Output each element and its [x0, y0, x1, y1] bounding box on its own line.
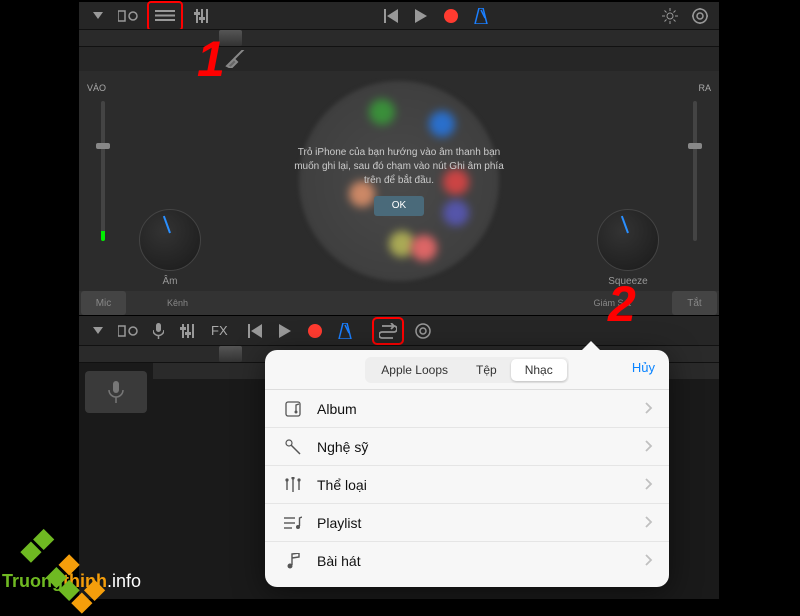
tab-music[interactable]: Nhạc	[511, 359, 567, 381]
timeline-ruler[interactable]	[79, 29, 719, 47]
row-label: Playlist	[317, 515, 361, 531]
row-playlist[interactable]: Playlist	[265, 504, 669, 542]
music-category-list: Album Nghệ sỹ Thể loại	[265, 390, 669, 580]
chevron-right-icon	[645, 401, 653, 417]
sliders-icon-2[interactable]	[177, 320, 199, 342]
record-icon-2[interactable]	[304, 320, 326, 342]
tip-box: Trỏ iPhone của bạn hướng vào âm thanh bạ…	[289, 146, 509, 216]
tone-knob[interactable]	[139, 209, 201, 271]
ok-button[interactable]: OK	[374, 196, 424, 216]
chevron-right-icon	[645, 515, 653, 531]
chevron-right-icon	[645, 553, 653, 569]
watermark: Truongthinh.info	[2, 524, 141, 592]
metronome-icon-2[interactable]	[334, 320, 356, 342]
source-tabs: Apple Loops Tệp Nhạc	[365, 357, 568, 383]
view-toggle-icon[interactable]	[117, 5, 139, 27]
mic-icon[interactable]	[147, 320, 169, 342]
guitar-jack-icon	[225, 50, 249, 68]
gear-icon[interactable]	[689, 5, 711, 27]
row-label: Bài hát	[317, 553, 361, 569]
tab-file[interactable]: Tệp	[462, 359, 511, 381]
fx-label[interactable]: FX	[211, 323, 228, 338]
highlight-box-2	[372, 317, 404, 345]
status-strip: Mic Kênh Giám Sát Tắt	[79, 291, 719, 315]
play-icon-2[interactable]	[274, 320, 296, 342]
popup-header: Apple Loops Tệp Nhạc Hủy	[265, 350, 669, 390]
squeeze-knob-label: Squeeze	[597, 276, 659, 287]
output-slider[interactable]	[693, 101, 697, 241]
record-icon[interactable]	[440, 5, 462, 27]
genre-icon	[281, 477, 305, 493]
list-view-icon[interactable]	[154, 5, 176, 27]
output-label: RA	[698, 83, 711, 93]
instrument-bar	[79, 47, 719, 71]
channel-label: Kênh	[167, 298, 188, 308]
top-toolbar	[79, 2, 719, 29]
row-label: Thể loại	[317, 477, 367, 493]
tip-text: Trỏ iPhone của bạn hướng vào âm thanh bạ…	[289, 146, 509, 188]
song-icon	[281, 553, 305, 569]
chevron-right-icon	[645, 477, 653, 493]
row-label: Album	[317, 401, 357, 417]
input-label: VÀO	[87, 83, 106, 93]
highlight-box-1	[147, 1, 183, 31]
dropdown-icon[interactable]	[87, 5, 109, 27]
skip-back-icon[interactable]	[380, 5, 402, 27]
dropdown-icon-2[interactable]	[87, 320, 109, 342]
track-header[interactable]	[85, 371, 147, 413]
loop-browser-popup: Apple Loops Tệp Nhạc Hủy Album Nghệ sỹ	[265, 350, 669, 587]
row-genre[interactable]: Thể loại	[265, 466, 669, 504]
album-icon	[281, 401, 305, 417]
monitor-label: Giám Sát	[593, 298, 631, 308]
mic-button[interactable]: Mic	[81, 291, 126, 315]
brightness-icon[interactable]	[659, 5, 681, 27]
wm-text-3: .info	[107, 571, 141, 591]
metronome-icon[interactable]	[470, 5, 492, 27]
tone-knob-label: Âm	[139, 276, 201, 287]
artist-icon	[281, 439, 305, 455]
squeeze-knob[interactable]	[597, 209, 659, 271]
row-label: Nghệ sỹ	[317, 439, 368, 455]
play-icon[interactable]	[410, 5, 432, 27]
row-artist[interactable]: Nghệ sỹ	[265, 428, 669, 466]
skip-back-icon-2[interactable]	[244, 320, 266, 342]
row-song[interactable]: Bài hát	[265, 542, 669, 580]
cancel-button[interactable]: Hủy	[632, 360, 655, 375]
input-slider[interactable]	[101, 101, 105, 241]
chevron-right-icon	[645, 439, 653, 455]
am-panel: VÀO RA Âm Squeeze Trỏ iPhone của bạn hướ…	[79, 71, 719, 291]
gear-icon-2[interactable]	[412, 320, 434, 342]
playlist-icon	[281, 516, 305, 530]
view-toggle-icon-2[interactable]	[117, 320, 139, 342]
tab-apple-loops[interactable]: Apple Loops	[367, 359, 462, 381]
monitor-off-button[interactable]: Tắt	[672, 291, 717, 315]
row-album[interactable]: Album	[265, 390, 669, 428]
sliders-icon[interactable]	[191, 5, 213, 27]
loop-browser-icon[interactable]	[377, 320, 399, 342]
track-toolbar: FX	[79, 315, 719, 345]
